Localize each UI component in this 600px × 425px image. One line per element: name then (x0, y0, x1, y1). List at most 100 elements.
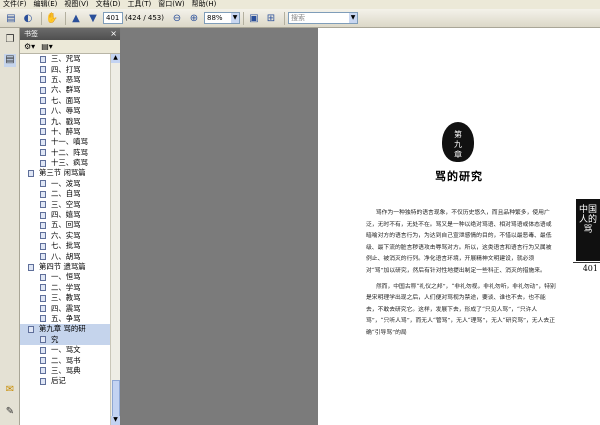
previous-page-icon[interactable]: ▲ (69, 12, 83, 25)
bookmark-scrollbar[interactable]: ▲ ▼ (110, 54, 120, 425)
bookmark-item[interactable]: 三、教骂 (20, 293, 111, 303)
bookmark-item[interactable]: 十三、疯骂 (20, 158, 111, 168)
bookmark-item[interactable]: 七、批骂 (20, 241, 111, 251)
bookmark-icon (40, 242, 46, 250)
menu-tools[interactable]: 工具(T) (128, 0, 152, 9)
bookmark-item[interactable]: 八、辱骂 (20, 106, 111, 116)
bookmark-item[interactable]: 五、争骂 (20, 314, 111, 324)
bookmark-item[interactable]: 三、咒骂 (20, 54, 111, 64)
close-icon[interactable]: × (110, 28, 117, 40)
bookmark-item[interactable]: 五、回骂 (20, 220, 111, 230)
bookmark-item[interactable]: 一、骂文 (20, 345, 111, 355)
menu-help[interactable]: 帮助(H) (192, 0, 217, 9)
scroll-down-icon[interactable]: ▼ (111, 416, 120, 425)
bookmark-item[interactable]: 五、恶骂 (20, 75, 111, 85)
menu-document[interactable]: 文档(D) (96, 0, 121, 9)
pages-icon[interactable]: ❐ (4, 34, 16, 47)
bookmark-label: 十、醉骂 (51, 126, 81, 136)
bookmark-label: 六、群骂 (51, 85, 81, 95)
bookmark-icon (40, 221, 46, 229)
bookmark-label: 五、回骂 (51, 220, 81, 230)
zoom-in-icon[interactable]: ⊕ (187, 12, 201, 25)
menu-view[interactable]: 视图(V) (64, 0, 88, 9)
bookmark-icon (40, 201, 46, 209)
bookmark-item[interactable]: 十一、嗔骂 (20, 137, 111, 147)
menu-bar: 文件(F) 编辑(E) 视图(V) 文档(D) 工具(T) 窗口(W) 帮助(H… (0, 0, 600, 9)
print-icon[interactable]: ▤ (4, 12, 18, 25)
menu-window[interactable]: 窗口(W) (158, 0, 184, 9)
share-icon[interactable]: ◐ (21, 12, 35, 25)
page-number: 401 (582, 264, 598, 273)
bookmark-item[interactable]: 三、空骂 (20, 199, 111, 209)
document-area: 第 九 章 骂的研究 骂作为一种独特的语言现象，不仅历史悠久，而且品种繁多，使用… (121, 28, 600, 425)
bookmark-item[interactable]: 十二、阵骂 (20, 148, 111, 158)
zoom-select[interactable]: 88% ▼ (204, 12, 240, 24)
scrollbar-thumb[interactable] (112, 380, 120, 420)
bookmark-icon (40, 190, 46, 198)
bookmark-item[interactable]: 八、胡骂 (20, 251, 111, 261)
emblem-line: 九 (454, 140, 462, 149)
bookmark-label: 五、争骂 (51, 313, 81, 323)
bookmark-item[interactable]: 三、骂典 (20, 366, 111, 376)
search-input[interactable]: 搜索 ▼ (288, 12, 358, 24)
bookmark-label: 七、面骂 (51, 95, 81, 105)
bookmark-item[interactable]: 第四节 遗骂篇 (20, 262, 111, 272)
bookmark-label: 六、实骂 (51, 230, 81, 240)
bookmark-item[interactable]: 十、醉骂 (20, 127, 111, 137)
bookmark-icon (40, 86, 46, 94)
page-count: (424 / 453) (125, 14, 164, 22)
zoom-out-icon[interactable]: ⊖ (170, 12, 184, 25)
bookmark-item[interactable]: 第九章 骂的研 (20, 324, 111, 335)
navigation-strip: ❐ ▤ ✉ ✎ (0, 28, 20, 425)
page-number-input[interactable]: 401 (103, 12, 123, 24)
bookmark-item[interactable]: 二、骂书 (20, 355, 111, 365)
bookmark-label: 后记 (51, 376, 66, 386)
comments-icon[interactable]: ✉ (4, 384, 16, 397)
menu-edit[interactable]: 编辑(E) (34, 0, 58, 9)
menu-file[interactable]: 文件(F) (3, 0, 27, 9)
bookmark-icon (40, 66, 46, 74)
bookmark-icon (40, 294, 46, 302)
bookmark-item[interactable]: 六、群骂 (20, 85, 111, 95)
bookmark-item[interactable]: 一、恒骂 (20, 272, 111, 282)
scroll-up-icon[interactable]: ▲ (111, 54, 120, 63)
bookmark-label: 四、打骂 (51, 64, 81, 74)
bookmark-label: 三、空骂 (51, 199, 81, 209)
bookmark-label: 二、骂书 (51, 355, 81, 365)
bookmark-item[interactable]: 二、学骂 (20, 283, 111, 293)
bookmark-item[interactable]: 四、打骂 (20, 64, 111, 74)
document-page: 第 九 章 骂的研究 骂作为一种独特的语言现象，不仅历史悠久，而且品种繁多，使用… (318, 28, 600, 425)
bookmark-item[interactable]: 第三节 闲骂篇 (20, 168, 111, 178)
bookmark-label: 第九章 骂的研 (39, 324, 86, 334)
hand-tool-icon[interactable]: ✋ (45, 12, 59, 25)
chevron-down-icon[interactable]: ▼ (231, 13, 239, 23)
chapter-emblem: 第 九 章 (442, 122, 474, 162)
bookmark-label: 八、辱骂 (51, 106, 81, 116)
new-bookmark-icon[interactable]: ▤▾ (41, 42, 53, 51)
bookmark-item[interactable]: 后记 (20, 376, 111, 386)
attachment-icon[interactable]: ✎ (4, 406, 16, 419)
bookmark-item[interactable]: 二、自骂 (20, 189, 111, 199)
fit-page-icon[interactable]: ▣ (247, 12, 261, 25)
bookmarks-icon[interactable]: ▤ (4, 54, 16, 67)
paragraph: 骂作为一种独特的语言现象，不仅历史悠久，而且品种繁多，使用广泛，无时不有，无处不… (366, 210, 552, 274)
fit-width-icon[interactable]: ⊞ (264, 12, 278, 25)
bookmark-item[interactable]: 四、嬉骂 (20, 210, 111, 220)
bookmark-icon (40, 315, 46, 323)
next-page-icon[interactable]: ▼ (86, 12, 100, 25)
chevron-down-icon[interactable]: ▼ (349, 13, 357, 23)
bookmark-item[interactable]: 一、泼骂 (20, 179, 111, 189)
bookmark-item[interactable]: 六、实骂 (20, 231, 111, 241)
bookmark-icon (40, 253, 46, 261)
bookmark-item[interactable]: 七、面骂 (20, 96, 111, 106)
bookmark-item[interactable]: 四、震骂 (20, 303, 111, 313)
bookmark-label: 第四节 遗骂篇 (39, 262, 86, 271)
bookmark-item[interactable]: 九、戳骂 (20, 116, 111, 126)
bookmark-item[interactable]: 究 (20, 334, 111, 345)
bookmark-icon (40, 336, 46, 344)
bookmark-label: 一、恒骂 (51, 272, 81, 282)
bookmark-icon (40, 367, 46, 375)
options-icon[interactable]: ⚙▾ (24, 42, 35, 51)
bookmark-label: 四、嬉骂 (51, 210, 81, 220)
search-placeholder: 搜索 (291, 14, 305, 22)
